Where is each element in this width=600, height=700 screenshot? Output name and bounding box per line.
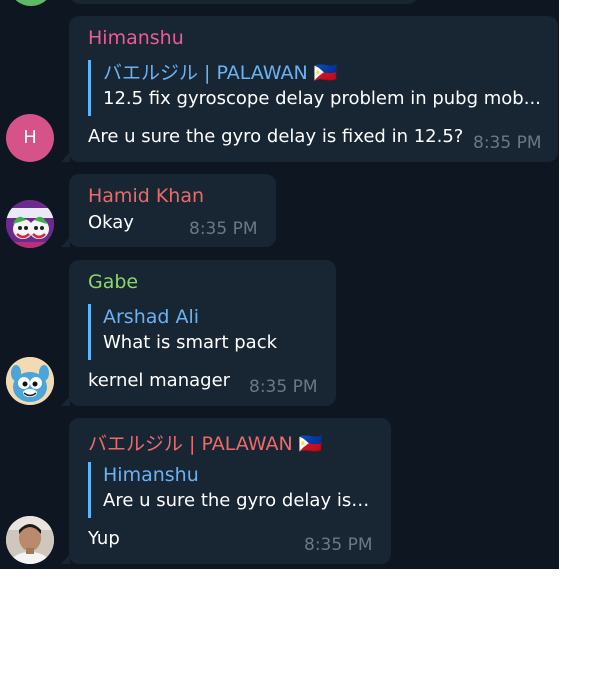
quote-text: 12.5 fix gyroscope delay problem in pubg… [103,88,541,109]
message-bubble-himanshu[interactable]: Himanshu バエルジル | PALAWAN 🇵🇭 12.5 fix gyr… [61,16,558,162]
quote-text: What is smart pack [103,332,278,353]
sender-name[interactable]: バエルジル | PALAWAN 🇵🇭 [88,429,322,456]
avatar-palawan[interactable] [6,516,54,564]
avatar-gabe[interactable] [6,357,54,405]
quote-author: バエルジル | PALAWAN 🇵🇭 [103,62,338,84]
quote-author: Arshad Ali [103,306,200,328]
message-text: kernel manager [88,370,231,391]
avatar-partial[interactable] [8,0,54,6]
joker-avatar-icon [6,200,54,248]
message-time: 8:35 PM [473,133,542,153]
message-text: Are u sure the gyro delay is fixed in 12… [88,126,464,147]
sender-name[interactable]: Himanshu [88,27,184,49]
reply-quote[interactable]: Arshad Ali What is smart pack [88,304,323,360]
message-text: Okay [88,212,134,233]
quote-text: Are u sure the gyro delay is ... [103,490,373,511]
message-time: 8:35 PM [304,535,373,555]
message-bubble-hamid-khan[interactable]: Hamid Khan Okay 8:35 PM [61,174,276,247]
message-text: Yup [88,528,120,549]
message-time: 8:35 PM [189,219,258,239]
message-bubble-palawan[interactable]: バエルジル | PALAWAN 🇵🇭 Himanshu Are u sure t… [61,418,391,564]
avatar-letter: H [23,127,37,148]
message-bubble-gabe[interactable]: Gabe Arshad Ali What is smart pack kerne… [61,260,336,406]
reply-quote[interactable]: バエルジル | PALAWAN 🇵🇭 12.5 fix gyroscope de… [88,60,543,116]
chat-history: Himanshu バエルジル | PALAWAN 🇵🇭 12.5 fix gyr… [0,0,559,569]
avatar-himanshu[interactable]: H [6,114,54,162]
sender-name[interactable]: Hamid Khan [88,185,204,207]
user-photo-avatar-icon [6,516,54,564]
reply-quote[interactable]: Himanshu Are u sure the gyro delay is ..… [88,462,373,518]
message-bubble-partial[interactable] [70,0,418,4]
gumball-avatar-icon [6,357,54,405]
quote-author: Himanshu [103,464,199,486]
avatar-hamid-khan[interactable] [6,200,54,248]
message-time: 8:35 PM [249,377,318,397]
sender-name[interactable]: Gabe [88,271,138,293]
